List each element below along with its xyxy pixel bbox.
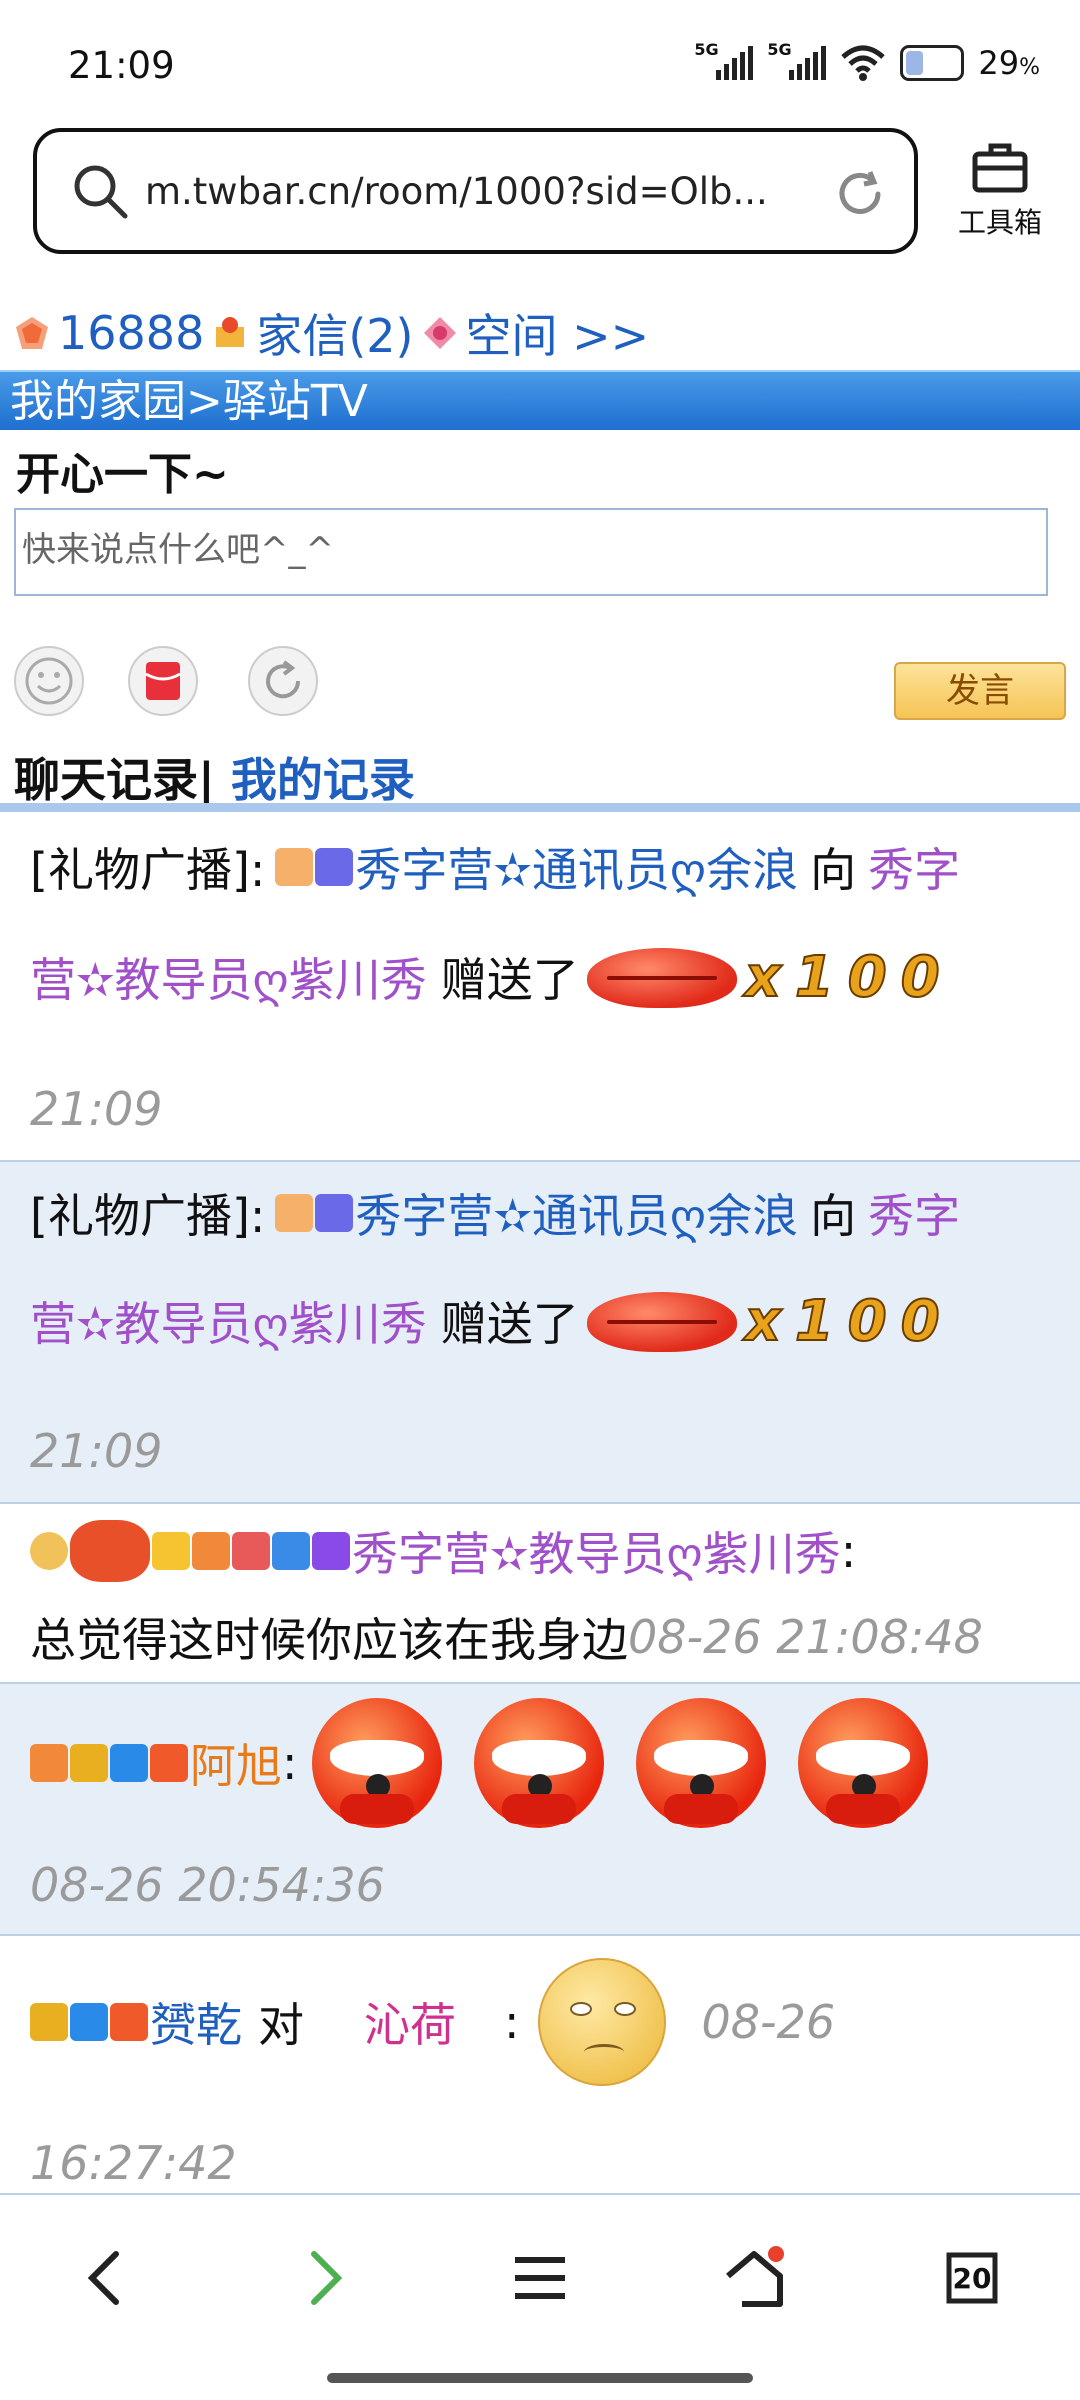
- receiver-name-part[interactable]: 秀字: [868, 1180, 960, 1246]
- back-button[interactable]: [72, 2246, 136, 2310]
- clock: 21:09: [68, 44, 175, 87]
- gesture-bar[interactable]: [327, 2373, 753, 2383]
- forward-icon: [311, 2251, 343, 2305]
- vip-icon: [30, 2003, 68, 2041]
- fox-avatar-icon: [70, 1520, 150, 1582]
- send-button[interactable]: 发言: [894, 662, 1066, 720]
- breadcrumb[interactable]: 我的家园>驿站TV: [0, 370, 1080, 430]
- home-button[interactable]: [722, 2246, 786, 2310]
- vip-icon: [70, 1744, 108, 1782]
- menu-button[interactable]: [508, 2246, 572, 2310]
- search-icon: [74, 165, 128, 219]
- gem-icon: [16, 317, 48, 349]
- sender-name[interactable]: 秀字营✫通讯员ღ余浪: [355, 1180, 798, 1246]
- toolbox-label: 工具箱: [957, 206, 1042, 239]
- space-link[interactable]: 空间 >>: [466, 300, 650, 366]
- message-time: 08-26 20:54:36: [30, 1858, 385, 1912]
- url-text[interactable]: m.twbar.cn/room/1000?sid=Olb...: [145, 170, 785, 213]
- emoji-button[interactable]: [14, 646, 84, 716]
- reload-icon[interactable]: [832, 166, 888, 222]
- space-icon: [423, 317, 456, 349]
- refresh-button[interactable]: [248, 646, 318, 716]
- tab-my-records[interactable]: 我的记录: [231, 753, 415, 807]
- battery-percent: 29%: [978, 44, 1040, 82]
- gift-broadcast-prefix: [礼物广播]:: [30, 843, 266, 897]
- top-links: 16888 家信(2) 空间 >>: [14, 300, 649, 366]
- message-time: 08-26 21:08:48: [628, 1610, 983, 1664]
- list-item: [礼物广播]: 秀字营✫通讯员ღ余浪 向 秀字 营✫教导员ღ紫川秀 赠送了 x1…: [0, 1162, 1080, 1504]
- message-date: 08-26: [701, 1995, 836, 2049]
- avatar-icon: [275, 848, 314, 886]
- signal-icon-1: 5G: [694, 40, 754, 80]
- message-time: 16:27:42: [30, 2136, 237, 2190]
- ninja-emoji-icon: [311, 1698, 442, 1828]
- crown-icon: [232, 1532, 270, 1570]
- ninja-emoji-icon: [473, 1698, 604, 1828]
- crown-icon: [110, 1744, 148, 1782]
- sender-name[interactable]: 赟乾: [150, 1989, 242, 2055]
- list-item: [礼物广播]: 秀字营✫通讯员ღ余浪 向 秀字 营✫教导员ღ紫川秀 赠送了 x1…: [0, 814, 1080, 1162]
- ninja-emoji-icon: [797, 1698, 928, 1828]
- gift-count: x100: [744, 944, 954, 1011]
- ninja-emoji-icon: [635, 1698, 766, 1828]
- list-item: 秀字营✫教导员ღ紫川秀 : 总觉得这时候你应该在我身边 08-26 21:08:…: [0, 1504, 1080, 1684]
- message-time: 21:09: [30, 1424, 163, 1478]
- sender-name[interactable]: 秀字营✫通讯员ღ余浪: [355, 834, 798, 900]
- luck-icon: [152, 1532, 190, 1570]
- target-name[interactable]: 沁荷: [364, 1989, 456, 2055]
- medal-icon: [30, 1532, 68, 1570]
- signal-icon-2: 5G: [767, 40, 827, 80]
- rank-icon: [315, 1194, 354, 1232]
- battery-icon: [900, 45, 965, 81]
- rank-icon: [312, 1532, 350, 1570]
- message-text: 总觉得这时候你应该在我身边: [30, 1613, 628, 1667]
- level-icon: [192, 1532, 230, 1570]
- menu-icon: [515, 2257, 565, 2299]
- toolbox-icon: [972, 143, 1028, 193]
- list-item: 赟乾 对 沁荷 : 08-26 16:27:42: [0, 1936, 1080, 2195]
- rank-icon: [315, 848, 354, 886]
- home-icon: [726, 2246, 784, 2307]
- lips-gift-icon: [586, 1284, 737, 1358]
- avatar-icon: [275, 1194, 314, 1232]
- lips-gift-icon: [586, 940, 737, 1014]
- red-packet-icon: [145, 662, 181, 700]
- receiver-name[interactable]: 营✫教导员ღ紫川秀: [30, 1288, 427, 1354]
- toolbox-button[interactable]: 工具箱: [945, 140, 1055, 241]
- forward-button[interactable]: [294, 2246, 358, 2310]
- tabs-count: 20: [952, 2261, 992, 2295]
- gift-count: x100: [744, 1288, 954, 1355]
- receiver-name-part[interactable]: 秀字: [868, 834, 960, 900]
- battery-fill: [906, 51, 924, 75]
- address-bar[interactable]: m.twbar.cn/room/1000?sid=Olb...: [33, 128, 918, 254]
- red-packet-button[interactable]: [128, 646, 198, 716]
- record-tabs: 聊天记录| 我的记录: [14, 744, 415, 810]
- status-icons: 5G 5G 29%: [694, 40, 1040, 82]
- tab-divider: [0, 803, 1080, 812]
- sad-emoji-icon: [537, 1958, 666, 2086]
- message-input[interactable]: 快来说点什么吧^_^: [14, 508, 1048, 596]
- crown-icon: [70, 2003, 108, 2041]
- tab-separator: |: [198, 753, 215, 807]
- compose-title: 开心一下~: [16, 449, 229, 500]
- sender-name[interactable]: 阿旭: [190, 1730, 282, 1796]
- message-time: 21:09: [30, 1082, 163, 1136]
- sender-name[interactable]: 秀字营✫教导员ღ紫川秀: [352, 1518, 841, 1584]
- scale-icon: [272, 1532, 310, 1570]
- refresh-icon: [266, 660, 301, 699]
- rank-icon: [110, 2003, 148, 2041]
- smile-icon: [25, 657, 73, 705]
- tabs-button[interactable]: 20: [940, 2246, 1004, 2310]
- wifi-icon: [841, 45, 886, 81]
- coins-link[interactable]: 16888: [58, 306, 204, 360]
- mail-icon: [216, 317, 245, 347]
- mail-link[interactable]: 家信(2): [256, 300, 413, 366]
- list-item: 阿旭 : 08-26 20:54:36: [0, 1684, 1080, 1936]
- rank-icon: [150, 1744, 188, 1782]
- status-bar: 21:09 5G 5G 29%: [0, 0, 1080, 120]
- receiver-name[interactable]: 营✫教导员ღ紫川秀: [30, 944, 427, 1010]
- back-icon: [87, 2251, 119, 2305]
- tab-chat-records[interactable]: 聊天记录: [14, 753, 198, 807]
- level-icon: [30, 1744, 68, 1782]
